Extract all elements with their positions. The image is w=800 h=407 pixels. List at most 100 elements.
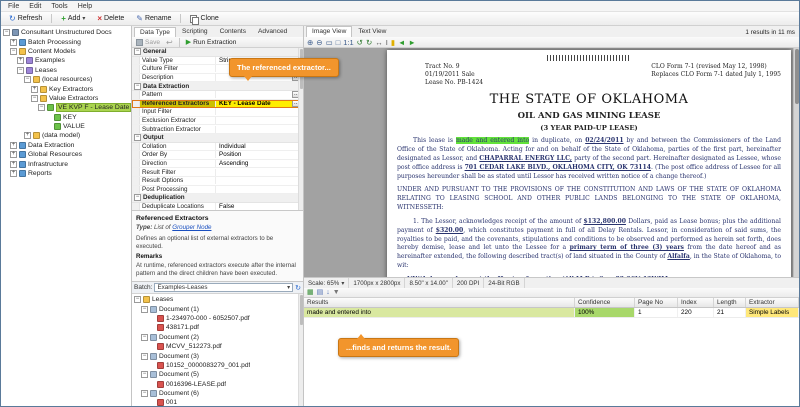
tree-item-local-resources[interactable]: −(local resources) (1, 75, 131, 84)
prev-page-icon[interactable]: ◄ (398, 38, 405, 47)
tree-item-document-2[interactable]: −Document (2) (132, 333, 303, 342)
results-grid-icon[interactable]: ▦ (307, 289, 314, 297)
batch-selector[interactable]: Examples-Leases ▾ (154, 283, 293, 292)
batch-scrollbar[interactable] (298, 294, 303, 406)
run-extraction-button[interactable]: ▶ Run Extraction (184, 38, 239, 46)
collapse-icon[interactable]: − (134, 83, 141, 90)
column-header-extractor[interactable]: Extractor (746, 298, 799, 307)
zoom-fit-icon[interactable]: ▭ (326, 38, 333, 47)
tree-item-global-resources[interactable]: +Global Resources (1, 150, 131, 159)
tree-item-document-6[interactable]: −Document (6) (132, 389, 303, 398)
tab-advanced[interactable]: Advanced (252, 26, 293, 37)
column-header-index[interactable]: Index (678, 298, 714, 307)
property-row-direction[interactable]: DirectionAscending (132, 160, 303, 169)
collapse-icon[interactable]: − (17, 67, 24, 74)
grouper-node-link[interactable]: Grouper Node (172, 224, 211, 231)
zoom-in-icon[interactable]: ⊕ (307, 38, 313, 47)
actual-size-icon[interactable]: 1:1 (343, 38, 353, 47)
add-button[interactable]: + Add ▾ (56, 13, 90, 25)
rotate-right-icon[interactable]: ↻ (366, 38, 372, 47)
add-dropdown-caret[interactable]: ▾ (82, 15, 85, 22)
property-row-subtraction-extractor[interactable]: Subtraction Extractor (132, 125, 303, 134)
property-value[interactable]: False (216, 203, 303, 210)
highlight-icon[interactable]: ▮ (391, 38, 395, 47)
clone-button[interactable]: Clone (185, 13, 223, 25)
tree-item-001[interactable]: 001 (132, 398, 303, 406)
collapse-icon[interactable]: − (141, 306, 148, 313)
expand-icon[interactable]: + (24, 132, 31, 139)
rename-button[interactable]: ✎ Rename (131, 13, 176, 25)
tree-item-data-model[interactable]: +(data model) (1, 131, 131, 140)
column-header-results[interactable]: Results (304, 298, 575, 307)
expand-icon[interactable]: + (31, 86, 38, 93)
tree-item-document-1[interactable]: −Document (1) (132, 304, 303, 313)
property-row-deduplicate-locations[interactable]: Deduplicate LocationsFalse (132, 203, 303, 211)
expand-icon[interactable]: + (10, 161, 17, 168)
property-category-deduplication[interactable]: −Deduplication (132, 194, 303, 203)
extraction-highlight[interactable]: made and entered into (456, 137, 529, 144)
column-header-length[interactable]: Length (714, 298, 746, 307)
menu-edit[interactable]: Edit (25, 3, 45, 10)
tab-scripting[interactable]: Scripting (176, 26, 214, 37)
tree-item-key[interactable]: KEY (1, 113, 131, 122)
property-value[interactable]: KEY - Lease Date (216, 100, 292, 107)
undo-button[interactable]: ↩ (164, 38, 175, 47)
property-value[interactable]: Position (216, 151, 303, 158)
tree-item-examples[interactable]: +Examples (1, 56, 131, 65)
property-value[interactable]: Individual (216, 143, 303, 150)
property-category-output[interactable]: −Output (132, 134, 303, 143)
tree-item-batch-processing[interactable]: +Batch Processing (1, 37, 131, 46)
column-header-page-no[interactable]: Page No (635, 298, 678, 307)
expand-icon[interactable]: + (10, 170, 17, 177)
tree-item-leases[interactable]: −Leases (1, 66, 131, 75)
batch-refresh-icon[interactable]: ↻ (295, 284, 301, 292)
property-row-result-options[interactable]: Result Options (132, 177, 303, 186)
rotate-left-icon[interactable]: ↺ (357, 38, 363, 47)
delete-button[interactable]: × Delete (92, 13, 129, 25)
tab-contents[interactable]: Contents (214, 26, 252, 37)
property-row-post-processing[interactable]: Post Processing (132, 186, 303, 195)
expand-icon[interactable]: + (17, 57, 24, 64)
tree-item-document-5[interactable]: −Document (5) (132, 370, 303, 379)
collapse-icon[interactable]: − (24, 76, 31, 83)
collapse-icon[interactable]: − (134, 48, 141, 55)
menu-tools[interactable]: Tools (47, 3, 71, 10)
tab-image-view[interactable]: Image View (306, 26, 352, 37)
scale-select[interactable]: Scale: 65% ▾ (304, 278, 349, 288)
tree-item-reports[interactable]: +Reports (1, 169, 131, 178)
expand-icon[interactable]: + (10, 142, 17, 149)
tree-item-key-extractors[interactable]: +Key Extractors (1, 84, 131, 93)
zoom-out-icon[interactable]: ⊖ (316, 38, 322, 47)
pan-icon[interactable]: ↔ (375, 38, 383, 47)
tree-item-document-3[interactable]: −Document (3) (132, 351, 303, 360)
zoom-selection-icon[interactable]: □ (336, 38, 341, 47)
tree-item-value[interactable]: VALUE (1, 122, 131, 131)
menu-help[interactable]: Help (74, 3, 96, 10)
tree-item-438171-pdf[interactable]: 438171.pdf (132, 323, 303, 332)
tree-item-consultant-unstructured-docs[interactable]: −Consultant Unstructured Docs (1, 28, 131, 37)
collapse-icon[interactable]: − (31, 95, 38, 102)
collapse-icon[interactable]: − (141, 371, 148, 378)
property-category-data-extraction[interactable]: −Data Extraction (132, 82, 303, 91)
collapse-icon[interactable]: − (10, 48, 17, 55)
property-row-result-filter[interactable]: Result Filter (132, 168, 303, 177)
export-results-icon[interactable]: ↓ (326, 289, 330, 297)
property-row-input-filter[interactable]: Input Filter (132, 108, 303, 117)
collapse-icon[interactable]: − (141, 334, 148, 341)
property-row-collation[interactable]: CollationIndividual (132, 143, 303, 152)
tab-text-view[interactable]: Text View (352, 26, 392, 37)
tree-item-infrastructure[interactable]: +Infrastructure (1, 159, 131, 168)
tree-item-mcvv-512273-pdf[interactable]: MCVV_512273.pdf (132, 342, 303, 351)
text-select-icon[interactable]: I (386, 38, 388, 47)
column-header-confidence[interactable]: Confidence (575, 298, 635, 307)
property-row-exclusion-extractor[interactable]: Exclusion Extractor (132, 117, 303, 126)
document-viewport[interactable]: Tract No. 901/19/2011 SaleLease No. PB-1… (304, 48, 799, 277)
next-page-icon[interactable]: ► (408, 38, 415, 47)
tree-item-ve-kvp-f-lease-date[interactable]: −VE KVP F - Lease Date (1, 103, 131, 112)
property-category-general[interactable]: −General (132, 48, 303, 57)
collapse-icon[interactable]: − (134, 194, 141, 201)
tree-item-content-models[interactable]: −Content Models (1, 47, 131, 56)
tree-item-leases[interactable]: −Leases (132, 295, 303, 304)
tab-data-type[interactable]: Data Type (134, 27, 176, 37)
tree-item-1-234970-000-6052507-pdf[interactable]: 1-234970-000 - 6052507.pdf (132, 314, 303, 323)
